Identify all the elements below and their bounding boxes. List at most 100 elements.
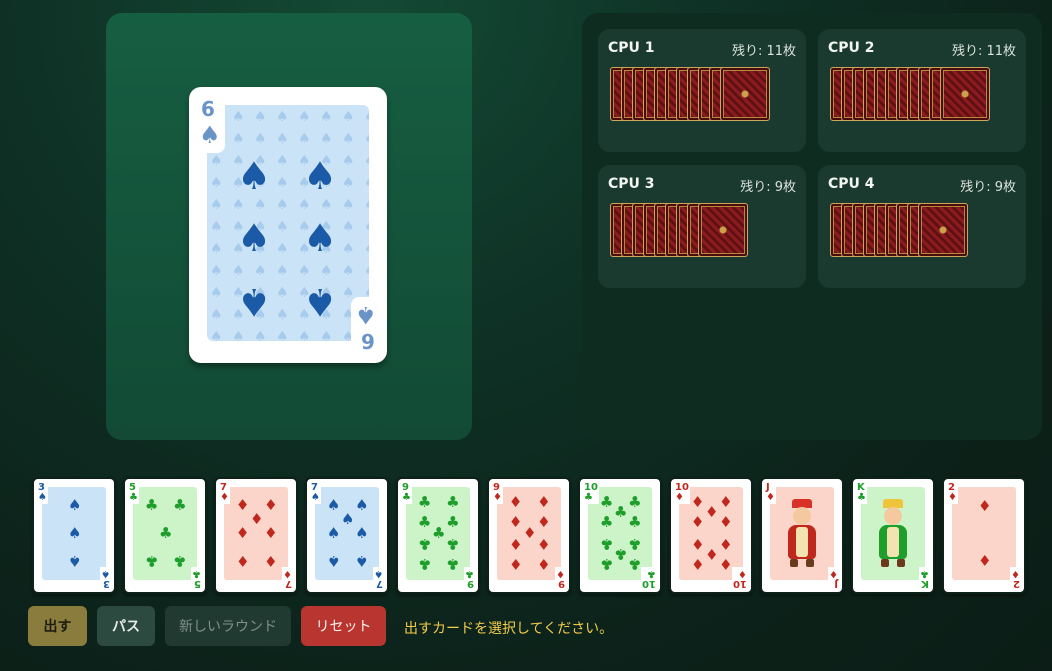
card-pip: ♣ (628, 555, 642, 574)
card-rank-bottom: 3 ♠ (100, 567, 111, 589)
card-pip: ♦ (235, 552, 250, 571)
hand-card[interactable]: ♠ ♠ ♠ ♠ ♠ ♠ ♠ 7 ♠ 7 ♠ (305, 477, 389, 594)
king-figure-icon (873, 499, 913, 569)
card-pip: ♦ (690, 534, 705, 553)
cpu-name: CPU 3 (608, 176, 655, 192)
card-pip: ♣ (599, 534, 614, 553)
played-card-face: ♠ ♠ ♠ ♠ ♠ ♠ ♠ (207, 105, 369, 341)
card-pip: ♦ (719, 555, 733, 574)
card-pip: ♣ (446, 492, 460, 511)
played-card-rank-top: 6 (201, 97, 215, 121)
hand-card-face (861, 487, 925, 580)
card-pip: ♠ (68, 495, 82, 514)
pip-2: ♠ (303, 154, 338, 198)
card-pip: ♦ (264, 523, 278, 542)
card-rank-top: 9 ♦ (492, 482, 503, 504)
card-pip: ♦ (508, 555, 523, 574)
card-pip: ♣ (614, 544, 628, 563)
card-pip: ♠ (355, 495, 369, 514)
hand-card[interactable]: ♣ ♣ ♣ ♣ ♣ ♣ ♣ ♣ ♣ ♣ 10 ♣ 10 ♣ (578, 477, 662, 594)
card-rank-bottom: 2 ♦ (1010, 567, 1021, 589)
card-pip: ♦ (235, 523, 250, 542)
card-pip: ♠ (355, 523, 369, 542)
new-round-button[interactable]: 新しいラウンド (165, 606, 291, 646)
cpu-name: CPU 1 (608, 40, 655, 56)
hand-card[interactable]: ♦ ♦ ♦ ♦ ♦ ♦ ♦ ♦ ♦ ♦ 10 ♦ 10 ♦ (669, 477, 753, 594)
card-pip: ♣ (614, 503, 628, 522)
card-pip: ♣ (599, 492, 614, 511)
card-pip: ♦ (537, 555, 551, 574)
card-back (918, 203, 968, 257)
card-rank-top: K ♣ (856, 482, 867, 504)
card-rank-bottom: 7 ♠ (373, 567, 384, 589)
hand-card-face: ♦ ♦ (952, 487, 1016, 580)
card-pip: ♣ (173, 552, 187, 571)
hand-card[interactable]: ♦ ♦ ♦ ♦ ♦ ♦ ♦ ♦ ♦ 9 ♦ 9 ♦ (487, 477, 571, 594)
card-pip: ♣ (446, 513, 460, 532)
card-rank-bottom: J ♦ (828, 567, 839, 589)
card-pip: ♣ (599, 555, 614, 574)
card-pip: ♣ (417, 513, 432, 532)
card-back (698, 203, 748, 257)
card-pip: ♣ (432, 523, 446, 542)
card-pip: ♣ (446, 534, 460, 553)
cpu-remaining: 残り: 11枚 (731, 44, 796, 59)
card-pip: ♦ (537, 513, 551, 532)
card-rank-top: J ♦ (765, 482, 776, 504)
cpu-remaining: 残り: 9枚 (740, 180, 796, 195)
card-pip: ♣ (628, 513, 642, 532)
hand-card-face: ♦ ♦ ♦ ♦ ♦ ♦ ♦ ♦ ♦ (497, 487, 561, 580)
card-rank-bottom: 7 ♦ (282, 567, 293, 589)
card-pip: ♠ (326, 523, 341, 542)
card-rank-top: 5 ♣ (128, 482, 139, 504)
card-rank-bottom: K ♣ (919, 567, 930, 589)
card-pip: ♦ (719, 513, 733, 532)
card-pip: ♦ (719, 492, 733, 511)
pip-3: ♠ (237, 216, 272, 260)
card-pip: ♦ (537, 492, 551, 511)
card-rank-top: 3 ♠ (37, 482, 48, 504)
played-card-suit-top: ♠ (199, 121, 221, 149)
card-pip: ♦ (264, 495, 278, 514)
card-rank-top: 10 ♦ (674, 482, 690, 504)
card-pip: ♠ (326, 552, 341, 571)
hand-card-face (770, 487, 834, 580)
reset-button[interactable]: リセット (301, 606, 386, 646)
card-pip: ♣ (417, 492, 432, 511)
cpu-1-box: CPU 1 残り: 11枚 (598, 29, 806, 152)
hand-card[interactable]: J ♦ J ♦ (760, 477, 844, 594)
card-pip: ♠ (341, 509, 355, 528)
hand-card[interactable]: ♣ ♣ ♣ ♣ ♣ ♣ ♣ ♣ ♣ 9 ♣ 9 ♣ (396, 477, 480, 594)
card-pip: ♦ (235, 495, 250, 514)
card-rank-top: 7 ♦ (219, 482, 230, 504)
cpu-name: CPU 2 (828, 40, 875, 56)
cpu-3-box: CPU 3 残り: 9枚 (598, 165, 806, 288)
card-pip: ♦ (264, 552, 278, 571)
hand-card-face: ♣ ♣ ♣ ♣ ♣ (133, 487, 197, 580)
card-rank-top: 9 ♣ (401, 482, 412, 504)
card-rank-top: 2 ♦ (947, 482, 958, 504)
play-button[interactable]: 出す (28, 606, 87, 646)
pip-1: ♠ (237, 154, 272, 198)
pip-6: ♠ (303, 280, 338, 324)
cpu-4-box: CPU 4 残り: 9枚 (818, 165, 1026, 288)
cpu-2-box: CPU 2 残り: 11枚 (818, 29, 1026, 152)
hand-card[interactable]: ♣ ♣ ♣ ♣ ♣ 5 ♣ 5 ♣ (123, 477, 207, 594)
card-pip: ♦ (508, 534, 523, 553)
hand-card[interactable]: ♦ ♦ ♦ ♦ ♦ ♦ ♦ 7 ♦ 7 ♦ (214, 477, 298, 594)
card-rank-top: 7 ♠ (310, 482, 321, 504)
card-pip: ♣ (599, 513, 614, 532)
card-rank-bottom: 9 ♦ (555, 567, 566, 589)
card-pattern: ♠ (207, 105, 369, 341)
pass-button[interactable]: パス (97, 606, 155, 646)
card-pip: ♣ (144, 552, 159, 571)
card-pip: ♦ (523, 523, 537, 542)
hand-card[interactable]: ♠ ♠ ♠ 3 ♠ 3 ♠ (32, 477, 116, 594)
played-card-suit-bottom: ♠ (355, 301, 377, 329)
hand-card[interactable]: K ♣ K ♣ (851, 477, 935, 594)
hand-card[interactable]: ♦ ♦ 2 ♦ 2 ♦ (942, 477, 1026, 594)
card-pip: ♣ (144, 495, 159, 514)
cpu-remaining: 残り: 11枚 (951, 44, 1016, 59)
card-pip: ♦ (508, 513, 523, 532)
card-pip: ♣ (173, 495, 187, 514)
